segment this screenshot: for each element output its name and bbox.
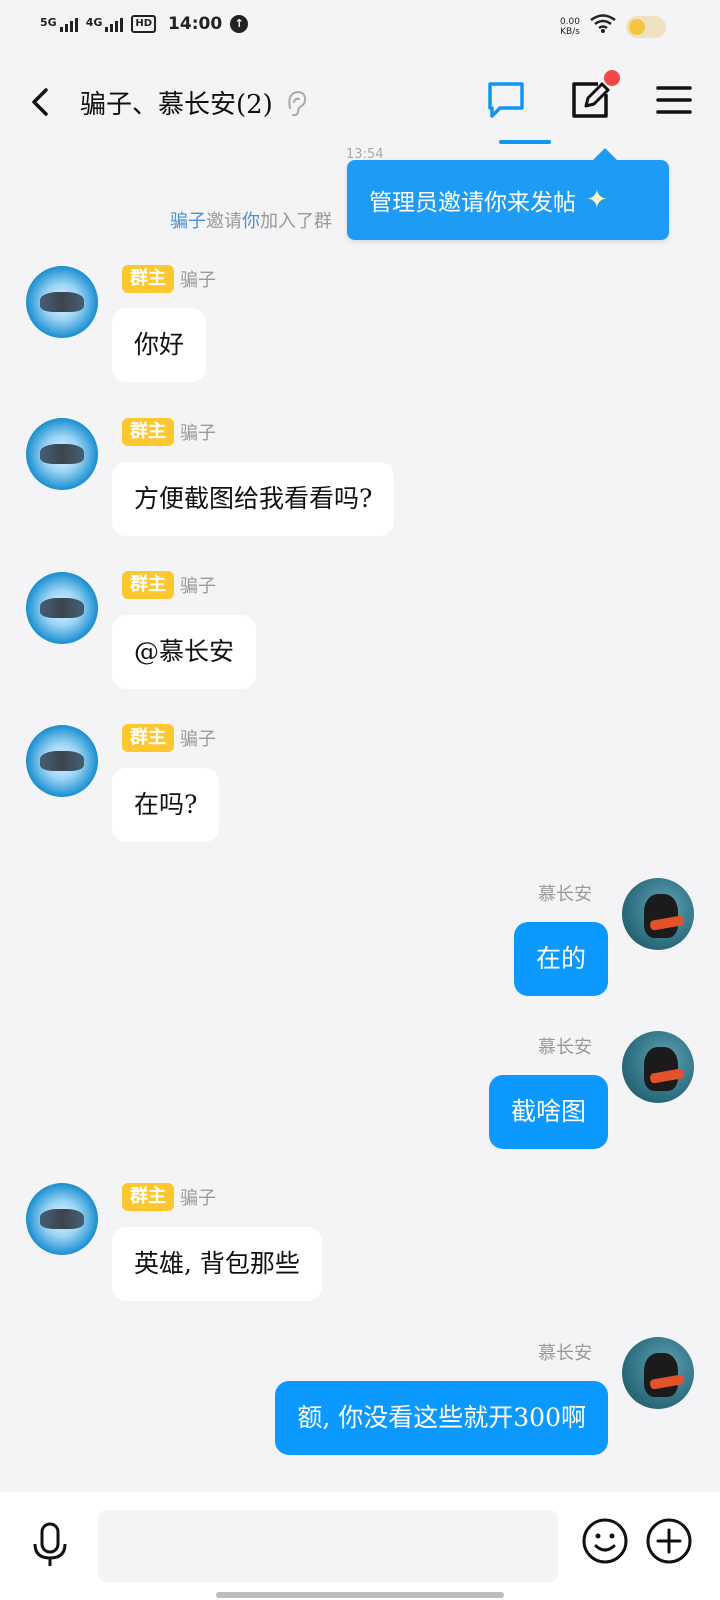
menu-icon: [656, 86, 692, 114]
owner-badge: 群主: [122, 265, 174, 293]
plus-icon: [646, 1518, 692, 1564]
microphone-icon: [33, 1522, 67, 1566]
sender-name: 骗子: [180, 729, 216, 750]
message-bubble[interactable]: 你好: [112, 308, 207, 382]
tooltip-text: 管理员邀请你来发帖: [369, 190, 576, 216]
message-bubble[interactable]: 英雄, 背包那些: [112, 1227, 322, 1301]
avatar[interactable]: [622, 1031, 694, 1103]
message-meta: 慕长安: [538, 880, 592, 906]
battery-icon: [626, 15, 666, 38]
signal-5g-icon: 5G: [40, 16, 78, 32]
message-bubble[interactable]: @慕长安: [112, 615, 257, 689]
message-bubble[interactable]: 在的: [513, 922, 608, 996]
more-button[interactable]: [644, 1516, 694, 1566]
message-meta: 群主 骗子: [122, 571, 216, 599]
smiley-icon: [582, 1518, 628, 1564]
menu-button[interactable]: [652, 78, 696, 122]
owner-badge: 群主: [122, 418, 174, 446]
home-indicator[interactable]: [216, 1592, 504, 1598]
edit-icon: [572, 82, 610, 118]
sender-name: 骗子: [180, 423, 216, 444]
chat-header: 骗子、慕长安(2): [0, 56, 720, 146]
signal-4g-icon: 4G: [86, 16, 124, 32]
avatar[interactable]: [26, 418, 98, 490]
speed-unit: KB/s: [560, 26, 580, 37]
notification-dot: [604, 70, 620, 86]
sparkle-icon: ✦: [586, 185, 608, 215]
message-meta: 慕长安: [538, 1033, 592, 1059]
avatar[interactable]: [26, 572, 98, 644]
sender-name: 慕长安: [538, 884, 592, 905]
network-speed: 0.00 KB/s: [560, 17, 580, 37]
back-button[interactable]: [24, 80, 58, 124]
system-message: 骗子邀请你加入了群: [170, 207, 332, 233]
message-bubble[interactable]: 截啥图: [488, 1075, 608, 1149]
status-bar: 5G 4G HD 14:00 ↑ 0.00 KB/s: [0, 0, 720, 56]
inviter-link[interactable]: 骗子: [170, 211, 206, 232]
message-bubble[interactable]: 额, 你没看这些就开300啊: [275, 1381, 608, 1455]
emoji-button[interactable]: [580, 1516, 630, 1566]
invite-action: 加入了群: [260, 211, 332, 232]
message-meta: 群主 骗子: [122, 1183, 216, 1211]
message-meta: 慕长安: [538, 1339, 592, 1365]
message-bubble[interactable]: 在吗?: [112, 768, 220, 842]
ear-icon[interactable]: [283, 88, 309, 118]
message-meta: 群主 骗子: [122, 418, 216, 446]
avatar[interactable]: [622, 1337, 694, 1409]
avatar[interactable]: [26, 1183, 98, 1255]
sim1-label: 5G: [40, 16, 57, 29]
post-invite-tooltip[interactable]: 管理员邀请你来发帖 ✦: [347, 148, 669, 240]
sender-name: 骗子: [180, 270, 216, 291]
avatar[interactable]: [26, 266, 98, 338]
speed-value: 0.00: [559, 16, 580, 27]
post-button[interactable]: [568, 70, 620, 122]
avatar[interactable]: [622, 878, 694, 950]
chat-tab-button[interactable]: [484, 78, 528, 122]
wifi-icon: [590, 14, 616, 39]
owner-badge: 群主: [122, 1183, 174, 1211]
message-bubble[interactable]: 方便截图给我看看吗?: [112, 462, 395, 536]
sender-name: 骗子: [180, 576, 216, 597]
sender-name: 骗子: [180, 1188, 216, 1209]
active-tab-indicator: [499, 140, 551, 144]
message-meta: 群主 骗子: [122, 265, 216, 293]
owner-badge: 群主: [122, 724, 174, 752]
invitee-link[interactable]: 你: [242, 211, 260, 232]
chat-bubble-icon: [488, 82, 524, 118]
voice-button[interactable]: [28, 1520, 72, 1570]
clock: 14:00: [168, 14, 223, 34]
upload-icon: ↑: [230, 15, 249, 33]
message-meta: 群主 骗子: [122, 724, 216, 752]
hd-icon: HD: [131, 15, 157, 33]
message-input[interactable]: [98, 1510, 558, 1582]
invite-word: 邀请: [206, 211, 242, 232]
avatar[interactable]: [26, 725, 98, 797]
owner-badge: 群主: [122, 571, 174, 599]
back-arrow-icon: [32, 88, 48, 116]
chat-title[interactable]: 骗子、慕长安(2): [80, 84, 273, 121]
sim2-label: 4G: [85, 16, 103, 29]
input-bar: [0, 1492, 720, 1600]
sender-name: 慕长安: [538, 1343, 592, 1364]
sender-name: 慕长安: [538, 1037, 592, 1058]
